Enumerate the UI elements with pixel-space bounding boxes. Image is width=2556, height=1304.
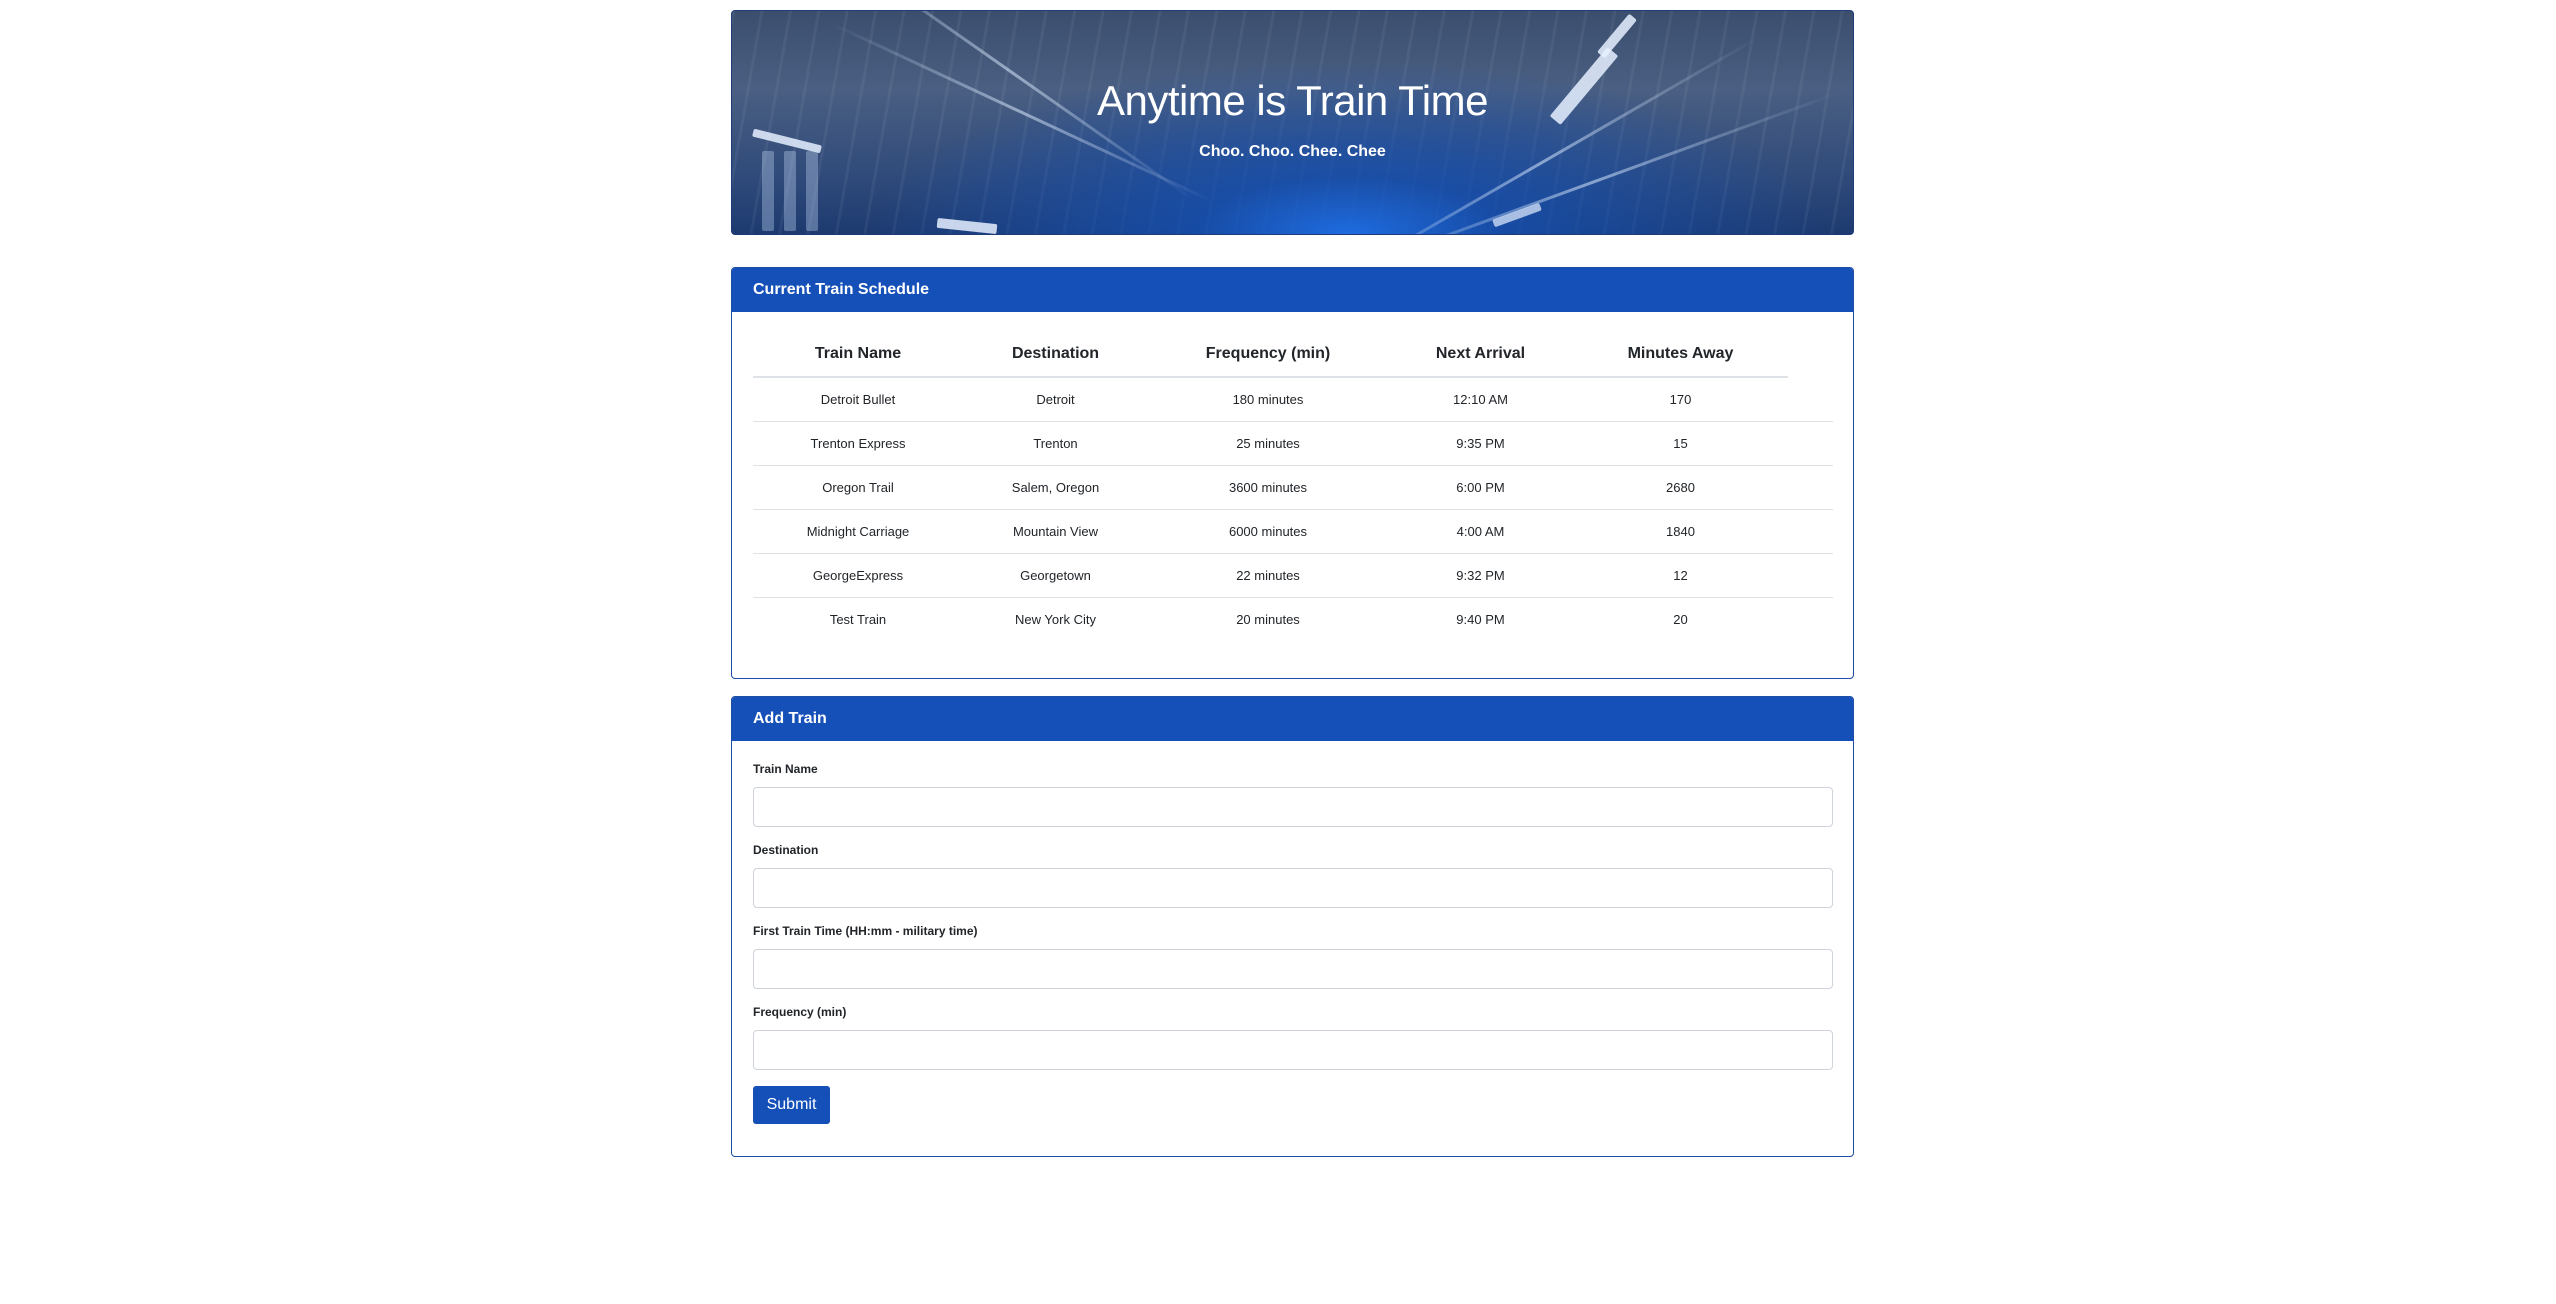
tunnel-light-decoration	[936, 217, 998, 234]
tunnel-light-decoration	[762, 151, 774, 231]
cell-train-name: Test Train	[753, 597, 963, 641]
cell-spacer	[1788, 377, 1833, 422]
cell-next-arrival: 9:40 PM	[1388, 597, 1573, 641]
cell-train-name: Trenton Express	[753, 421, 963, 466]
table-row: Midnight Carriage Mountain View 6000 min…	[753, 509, 1833, 554]
cell-minutes-away: 170	[1669, 392, 1692, 407]
cell-spacer	[1788, 597, 1833, 641]
column-header-minutes-away: Minutes Away	[1573, 332, 1788, 378]
cell-frequency: 6000 minutes	[1148, 509, 1388, 554]
page-subtitle: Choo. Choo. Chee. Chee	[1199, 143, 1386, 160]
cell-minutes-away: 15	[1573, 421, 1788, 466]
table-header-row: Train Name Destination Frequency (min) N…	[753, 332, 1833, 378]
cell-frequency: 22 minutes	[1148, 553, 1388, 598]
column-header-next-arrival: Next Arrival	[1388, 332, 1573, 378]
cell-minutes-away: 12	[1573, 553, 1788, 598]
frequency-group: Frequency (min)	[753, 1004, 1833, 1070]
destination-input[interactable]	[753, 868, 1833, 908]
cell-minutes-away: 1840	[1573, 509, 1788, 554]
destination-group: Destination	[753, 842, 1833, 908]
tunnel-light-decoration	[784, 151, 796, 231]
first-train-time-input[interactable]	[753, 949, 1833, 989]
table-row: Trenton Express Trenton 25 minutes 9:35 …	[753, 421, 1833, 466]
train-name-group: Train Name	[753, 761, 1833, 827]
page-title: Anytime is Train Time	[1097, 77, 1488, 124]
cell-spacer	[1788, 465, 1833, 510]
cell-spacer	[1788, 421, 1833, 466]
cell-next-arrival: 9:32 PM	[1388, 553, 1573, 598]
cell-destination: New York City	[963, 597, 1148, 641]
cell-frequency: 20 minutes	[1148, 597, 1388, 641]
cell-train-name: Midnight Carriage	[753, 509, 963, 554]
column-header-train-name: Train Name	[753, 332, 963, 378]
cell-spacer	[1788, 553, 1833, 598]
tunnel-light-decoration	[806, 151, 818, 231]
column-header-spacer	[1788, 332, 1833, 377]
submit-button[interactable]: Submit	[753, 1086, 830, 1124]
frequency-label: Frequency (min)	[753, 1005, 847, 1019]
frequency-input[interactable]	[753, 1030, 1833, 1070]
cell-next-arrival: 4:00 AM	[1388, 509, 1573, 554]
cell-next-arrival: 6:00 PM	[1388, 465, 1573, 510]
column-header-destination: Destination	[963, 332, 1148, 378]
first-train-time-group: First Train Time (HH:mm - military time)	[753, 923, 1833, 989]
train-schedule-table: Train Name Destination Frequency (min) N…	[753, 332, 1833, 641]
cell-destination: Salem, Oregon	[963, 465, 1148, 510]
cell-destination: Trenton	[963, 421, 1148, 466]
add-train-card: Add Train Train Name Destination First T…	[731, 696, 1854, 1157]
cell-train-name: Oregon Trail	[753, 465, 963, 510]
train-schedule-body: Detroit Bullet Detroit 180 minutes 12:10…	[753, 377, 1833, 641]
cell-train-name: GeorgeExpress	[753, 553, 963, 598]
column-header-frequency: Frequency (min)	[1148, 332, 1388, 378]
cell-minutes-away: 20	[1573, 597, 1788, 641]
cell-next-arrival: 9:35 PM	[1388, 421, 1573, 466]
cell-frequency: 180 minutes	[1232, 392, 1304, 407]
cell-destination: Mountain View	[963, 509, 1148, 554]
table-row: GeorgeExpress Georgetown 22 minutes 9:32…	[753, 553, 1833, 598]
add-train-card-header: Add Train	[732, 697, 1853, 741]
first-train-time-label: First Train Time (HH:mm - military time)	[753, 924, 978, 938]
page-container: Anytime is Train Time Choo. Choo. Chee. …	[731, 10, 1854, 1157]
cell-train-name: Detroit Bullet	[820, 392, 896, 407]
table-row: Oregon Trail Salem, Oregon 3600 minutes …	[753, 465, 1833, 510]
cell-frequency: 3600 minutes	[1148, 465, 1388, 510]
destination-label: Destination	[753, 843, 819, 857]
cell-next-arrival: 12:10 AM	[1453, 392, 1508, 407]
cell-spacer	[1788, 509, 1833, 554]
train-name-label: Train Name	[753, 762, 818, 776]
cell-minutes-away: 2680	[1573, 465, 1788, 510]
add-train-form: Train Name Destination First Train Time …	[753, 761, 1833, 1124]
train-name-input[interactable]	[753, 787, 1833, 827]
schedule-card-header: Current Train Schedule	[732, 268, 1853, 312]
hero-banner: Anytime is Train Time Choo. Choo. Chee. …	[731, 10, 1854, 235]
table-row: Detroit Bullet Detroit 180 minutes 12:10…	[753, 377, 1833, 422]
cell-destination: Georgetown	[963, 553, 1148, 598]
cell-destination: Detroit	[1036, 392, 1075, 407]
cell-frequency: 25 minutes	[1148, 421, 1388, 466]
train-schedule-card: Current Train Schedule Train Name Destin…	[731, 267, 1854, 679]
table-row: Test Train New York City 20 minutes 9:40…	[753, 597, 1833, 641]
